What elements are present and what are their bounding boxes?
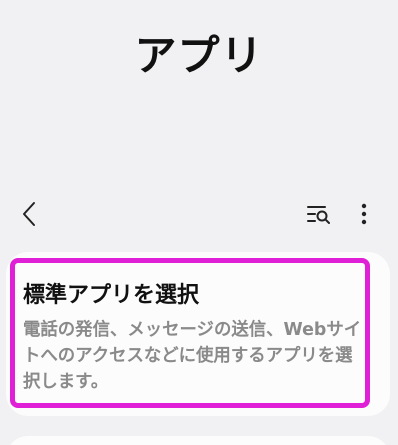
page-title: アプリ bbox=[134, 31, 264, 80]
toolbar bbox=[0, 196, 398, 232]
default-apps-item[interactable]: 標準アプリを選択 電話の発信、メッセージの送信、Webサイトへのアクセスなどに使… bbox=[10, 258, 370, 408]
default-apps-description: 電話の発信、メッセージの送信、Webサイトへのアクセスなどに使用するアプリを選択… bbox=[23, 320, 362, 392]
list-search-icon bbox=[307, 206, 330, 224]
app-settings-screen: アプリ 標準アプリを選択 電話の発信、メッセージの送信、Webサイトへのアクセス… bbox=[0, 0, 398, 445]
default-apps-title: 標準アプリを選択 bbox=[23, 283, 200, 308]
next-settings-card bbox=[6, 436, 390, 445]
more-options-button[interactable] bbox=[350, 198, 378, 230]
more-vertical-icon bbox=[361, 203, 367, 225]
back-button[interactable] bbox=[14, 198, 44, 230]
search-apps-button[interactable] bbox=[302, 198, 336, 230]
chevron-left-icon bbox=[23, 202, 35, 226]
